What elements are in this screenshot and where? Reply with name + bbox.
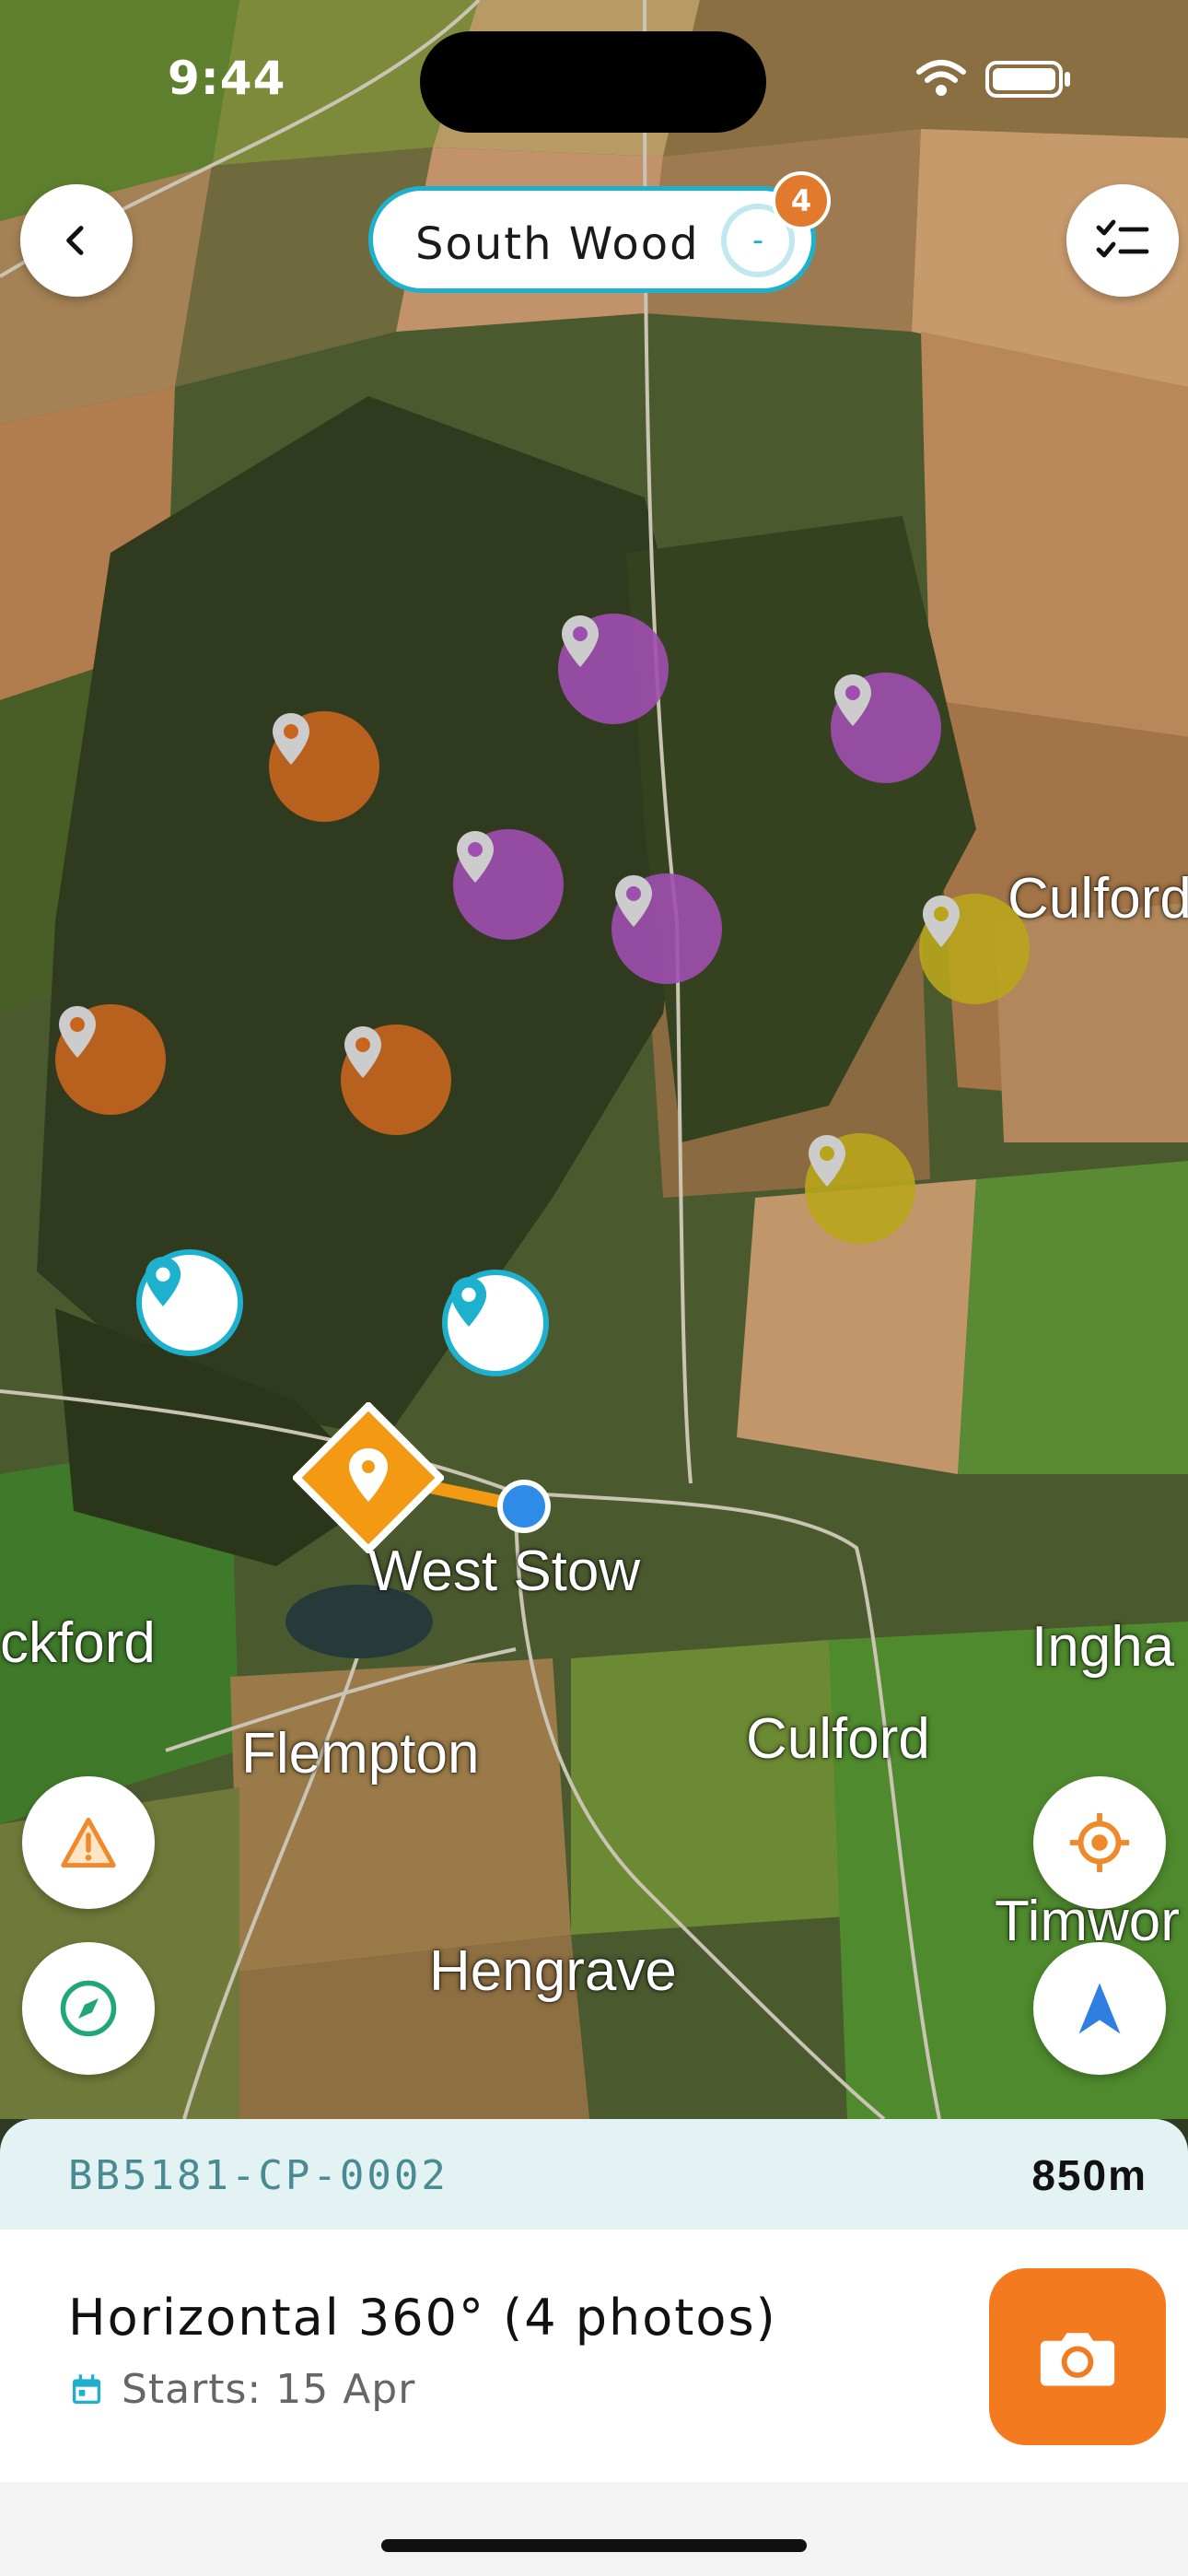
selected-marker[interactable] — [293, 1402, 444, 1553]
camera-icon — [1040, 2333, 1115, 2386]
pin-icon — [273, 713, 309, 765]
map-marker-yellow[interactable] — [919, 894, 1030, 1004]
checklist-icon — [1096, 219, 1149, 258]
pin-icon — [450, 1277, 487, 1327]
pin-icon — [457, 831, 494, 883]
map-marker-purple[interactable] — [558, 614, 669, 724]
report-warning-button[interactable] — [22, 1776, 155, 1909]
checklist-button[interactable] — [1066, 184, 1179, 297]
battery-icon — [985, 61, 1070, 98]
map-label-hengrave: Hengrave — [429, 1939, 677, 2003]
wifi-icon — [916, 60, 966, 96]
satellite-map[interactable]: Culford West Stow ckford Flempton Culfor… — [0, 0, 1188, 2119]
map-label-culford-east: Culford — [1007, 867, 1188, 931]
pin-icon — [615, 875, 652, 927]
status-time: 9:44 — [168, 52, 286, 105]
map-label-ickford: ckford — [0, 1611, 156, 1675]
chevron-left-icon — [66, 226, 84, 255]
home-indicator[interactable] — [381, 2539, 807, 2552]
map-label-culford: Culford — [746, 1707, 930, 1771]
pin-icon — [834, 674, 871, 726]
camera-button[interactable] — [989, 2268, 1166, 2445]
map-marker-cyan[interactable] — [136, 1249, 243, 1356]
pin-icon — [562, 615, 599, 667]
navigate-button[interactable] — [1033, 1942, 1166, 2075]
point-distance: 850m — [1031, 2151, 1147, 2199]
map-marker-yellow[interactable] — [805, 1133, 915, 1244]
map-marker-orange[interactable] — [55, 1004, 166, 1115]
pin-icon — [809, 1135, 845, 1187]
map-marker-purple[interactable] — [453, 829, 564, 940]
status-icons — [910, 55, 1076, 101]
task-start-date-text: Starts: 15 Apr — [122, 2366, 416, 2413]
dynamic-island — [420, 31, 766, 133]
map-label-ingham: Ingha — [1031, 1615, 1175, 1679]
map-label-flempton: Flempton — [241, 1722, 480, 1786]
map-imagery — [0, 0, 1188, 2119]
map-marker-purple[interactable] — [611, 873, 722, 984]
task-card[interactable]: Horizontal 360° (4 photos) Starts: 15 Ap… — [0, 2230, 1188, 2482]
compass-icon — [60, 1980, 117, 2037]
navigation-arrow-icon — [1078, 1983, 1121, 2034]
pin-icon — [923, 896, 960, 947]
back-button[interactable] — [20, 184, 133, 297]
point-code: BB5181-CP-0002 — [68, 2152, 448, 2199]
map-marker-orange[interactable] — [269, 711, 379, 822]
locate-me-button[interactable] — [1033, 1776, 1166, 1909]
pin-icon — [145, 1257, 181, 1306]
selected-diamond-pin-icon — [293, 1402, 444, 1553]
task-title: Horizontal 360° (4 photos) — [68, 2289, 777, 2347]
map-marker-cyan[interactable] — [442, 1270, 549, 1376]
site-selector[interactable]: South Wood - — [368, 186, 816, 293]
locate-target-icon — [1069, 1812, 1130, 1873]
point-info-header[interactable]: BB5181-CP-0002 850m — [0, 2119, 1188, 2230]
warning-icon — [61, 1818, 116, 1868]
calendar-icon — [73, 2373, 100, 2404]
user-location-dot — [497, 1480, 551, 1533]
map-marker-purple[interactable] — [831, 673, 941, 783]
pin-icon — [344, 1026, 381, 1078]
map-marker-orange[interactable] — [341, 1025, 451, 1135]
home-indicator-area — [0, 2482, 1188, 2576]
site-name: South Wood — [415, 218, 700, 270]
compass-button[interactable] — [22, 1942, 155, 2075]
notification-badge: 4 — [772, 171, 831, 230]
task-start-date: Starts: 15 Apr — [68, 2366, 415, 2413]
pin-icon — [59, 1006, 96, 1058]
